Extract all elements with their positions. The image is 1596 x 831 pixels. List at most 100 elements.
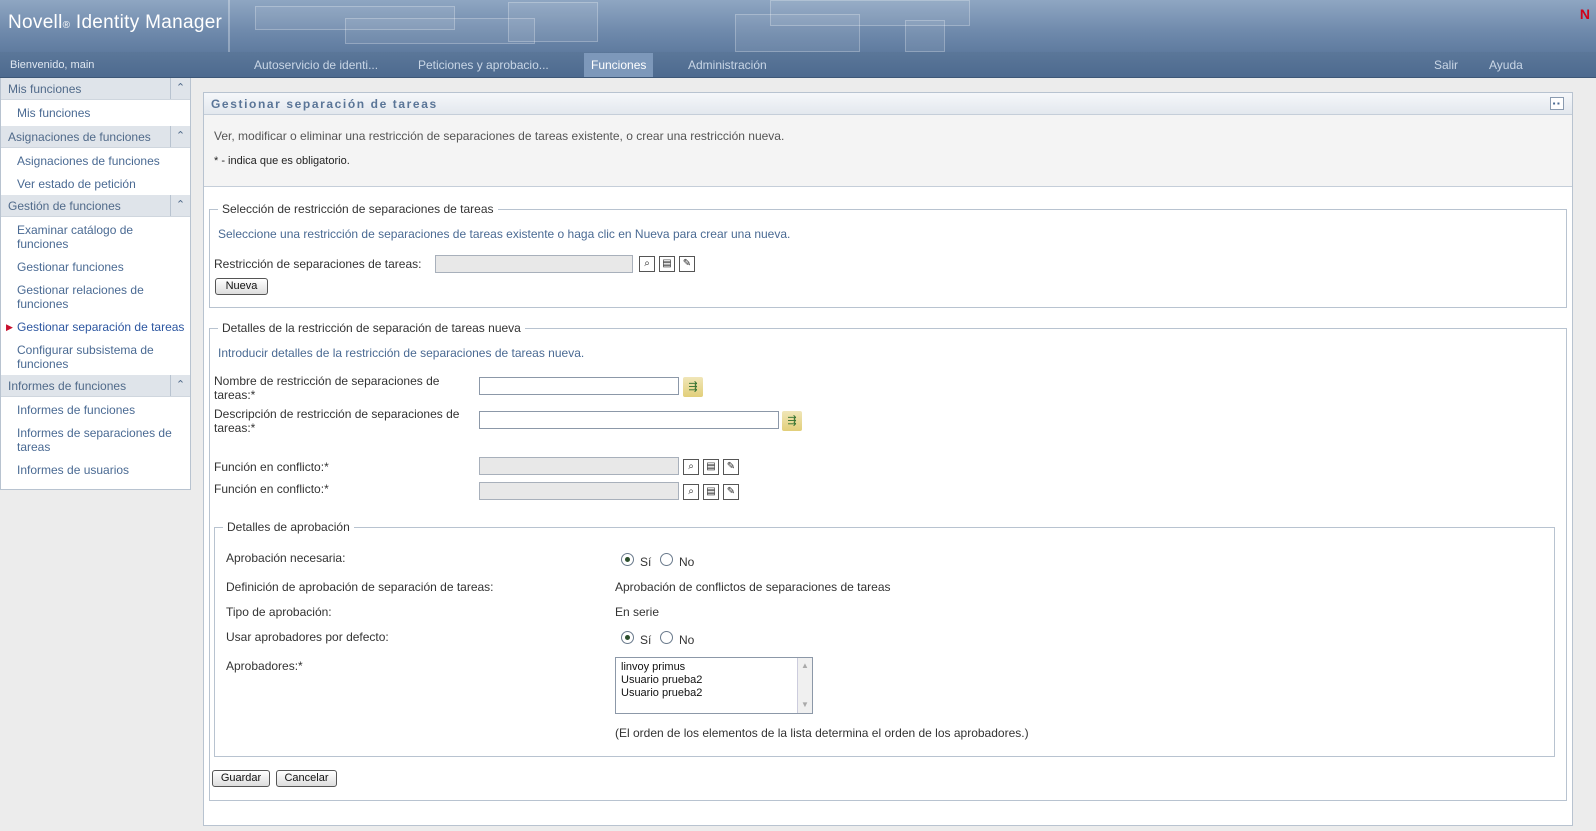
approval-legend: Detalles de aprobación <box>227 520 350 534</box>
scroll-up-icon[interactable]: ▲ <box>799 659 811 673</box>
approval-required-label: Aprobación necesaria: <box>226 551 346 565</box>
list-item[interactable]: Usuario prueba2 <box>616 687 812 700</box>
approvers-order-note: (El orden de los elementos de la lista d… <box>615 726 1029 740</box>
required-note: * - indica que es obligatorio. <box>214 155 350 167</box>
approvers-label: Aprobadores:* <box>226 659 303 673</box>
constraint-field[interactable] <box>435 255 633 273</box>
page-title-text: Gestionar separación de tareas <box>211 97 438 111</box>
collapse-icon[interactable]: ⌃ <box>170 375 190 396</box>
history-icon[interactable]: ▤ <box>659 256 675 272</box>
page-description: Ver, modificar o eliminar una restricció… <box>214 129 785 143</box>
default-yes-radio[interactable] <box>621 631 634 644</box>
collapse-icon[interactable]: ⌃ <box>170 126 190 147</box>
tab-funciones[interactable]: Funciones <box>584 53 654 77</box>
reset-icon[interactable]: ✎ <box>679 256 695 272</box>
sidebar-section-informes[interactable]: Informes de funciones ⌃ <box>1 375 190 397</box>
sidebar-item-gestionar-relaciones[interactable]: Gestionar relaciones de funciones <box>1 280 161 314</box>
save-button[interactable]: Guardar <box>212 770 270 787</box>
header-banner: Novell® Identity Manager N <box>0 0 1596 52</box>
selection-fieldset: Selección de restricción de separaciones… <box>209 202 1567 308</box>
welcome-text: Bienvenido, main <box>10 59 95 71</box>
approvers-list[interactable]: linvoy primus Usuario prueba2 Usuario pr… <box>615 657 813 714</box>
sidebar-item-configurar-subsistema[interactable]: Configurar subsistema de funciones <box>1 340 171 374</box>
novell-logo: N <box>1579 6 1590 22</box>
collapse-icon[interactable]: ⌃ <box>170 78 190 99</box>
localize-icon[interactable]: ⇶ <box>683 377 703 397</box>
help-link[interactable]: Ayuda <box>1482 52 1530 78</box>
banner-decoration <box>905 20 945 52</box>
cancel-button[interactable]: Cancelar <box>276 770 337 787</box>
intro-section: Ver, modificar o eliminar una restricció… <box>204 115 1572 187</box>
approval-no-radio[interactable] <box>660 553 673 566</box>
localize-icon[interactable]: ⇶ <box>782 411 802 431</box>
conflict-role-label-2: Función en conflicto:* <box>214 482 329 496</box>
approval-definition-value: Aprobación de conflictos de separaciones… <box>615 580 891 594</box>
grid-menu-icon[interactable]: ▪▪ <box>1550 97 1564 110</box>
tab-autoservicio[interactable]: Autoservicio de identi... <box>247 52 385 78</box>
logout-link[interactable]: Salir <box>1427 52 1465 78</box>
sidebar-section-mis-funciones[interactable]: Mis funciones ⌃ <box>1 78 190 100</box>
approval-no-label: No <box>679 555 695 569</box>
list-scrollbar[interactable]: ▲ ▼ <box>797 658 812 713</box>
search-icon[interactable]: ⌕ <box>683 484 699 500</box>
name-input[interactable] <box>479 377 679 395</box>
sidebar-item-mis-funciones[interactable]: Mis funciones <box>1 103 190 123</box>
sidebar-item-label: Gestionar separación de tareas <box>17 320 185 334</box>
list-item[interactable]: Usuario prueba2 <box>616 674 812 687</box>
selection-legend: Selección de restricción de separaciones… <box>222 202 494 216</box>
conflict-role-label-1: Función en conflicto:* <box>214 460 329 474</box>
default-yes-label: Sí <box>640 633 652 647</box>
approval-type-value: En serie <box>615 605 660 619</box>
history-icon[interactable]: ▤ <box>703 484 719 500</box>
sidebar-section-title: Gestión de funciones <box>8 199 121 213</box>
sidebar-section-title: Mis funciones <box>8 82 82 96</box>
new-button[interactable]: Nueva <box>215 278 268 295</box>
reset-icon[interactable]: ✎ <box>723 459 739 475</box>
history-icon[interactable]: ▤ <box>703 459 719 475</box>
name-label: Nombre de restricción de separaciones de… <box>214 374 440 402</box>
tab-peticiones[interactable]: Peticiones y aprobacio... <box>411 52 556 78</box>
sidebar-item-asignaciones[interactable]: Asignaciones de funciones <box>1 151 190 171</box>
search-icon[interactable]: ⌕ <box>683 459 699 475</box>
sidebar-item-informes-usuarios[interactable]: Informes de usuarios <box>1 460 190 480</box>
reset-icon[interactable]: ✎ <box>723 484 739 500</box>
collapse-icon[interactable]: ⌃ <box>170 195 190 216</box>
sidebar-section-asignaciones[interactable]: Asignaciones de funciones ⌃ <box>1 126 190 148</box>
sidebar-item-informes-funciones[interactable]: Informes de funciones <box>1 400 190 420</box>
scroll-down-icon[interactable]: ▼ <box>799 698 811 712</box>
banner-decoration <box>508 2 598 42</box>
banner-decoration <box>228 0 230 52</box>
selected-arrow-icon: ▶ <box>6 322 13 332</box>
nav-bar: Bienvenido, main Autoservicio de identi.… <box>0 52 1596 78</box>
sidebar-item-examinar-catalogo[interactable]: Examinar catálogo de funciones <box>1 220 161 254</box>
default-no-label: No <box>679 633 695 647</box>
description-input[interactable] <box>479 411 779 429</box>
search-icon[interactable]: ⌕ <box>639 256 655 272</box>
default-no-radio[interactable] <box>660 631 673 644</box>
sidebar-item-gestionar-funciones[interactable]: Gestionar funciones <box>1 257 190 277</box>
constraint-label: Restricción de separaciones de tareas: <box>214 257 422 271</box>
list-item[interactable]: linvoy primus <box>616 661 812 674</box>
sidebar-section-title: Informes de funciones <box>8 379 127 393</box>
page-title: Gestionar separación de tareas ▪▪ <box>204 93 1572 115</box>
selection-hint: Seleccione una restricción de separacion… <box>218 227 791 241</box>
sidebar-item-separacion-tareas[interactable]: ▶ Gestionar separación de tareas <box>1 317 190 337</box>
approval-yes-label: Sí <box>640 555 652 569</box>
details-hint: Introducir detalles de la restricción de… <box>218 346 585 360</box>
default-approvers-label: Usar aprobadores por defecto: <box>226 630 389 644</box>
tab-administracion[interactable]: Administración <box>681 52 774 78</box>
sidebar: Mis funciones ⌃ Mis funciones Asignacione… <box>0 78 191 490</box>
conflict-role-field-1[interactable] <box>479 457 679 475</box>
approval-type-label: Tipo de aprobación: <box>226 605 332 619</box>
description-label: Descripción de restricción de separacion… <box>214 407 460 435</box>
conflict-role-field-2[interactable] <box>479 482 679 500</box>
sidebar-item-informes-separaciones[interactable]: Informes de separaciones de tareas <box>1 423 181 457</box>
sidebar-section-gestion[interactable]: Gestión de funciones ⌃ <box>1 195 190 217</box>
main-panel: Gestionar separación de tareas ▪▪ Ver, mo… <box>203 92 1573 826</box>
approval-definition-label: Definición de aprobación de separación d… <box>226 580 494 594</box>
approval-yes-radio[interactable] <box>621 553 634 566</box>
brand-name: Novell <box>8 12 63 33</box>
sidebar-item-ver-estado[interactable]: Ver estado de petición <box>1 174 190 194</box>
approval-fieldset: Detalles de aprobación <box>214 520 1555 757</box>
product-name: Identity Manager <box>70 12 223 33</box>
